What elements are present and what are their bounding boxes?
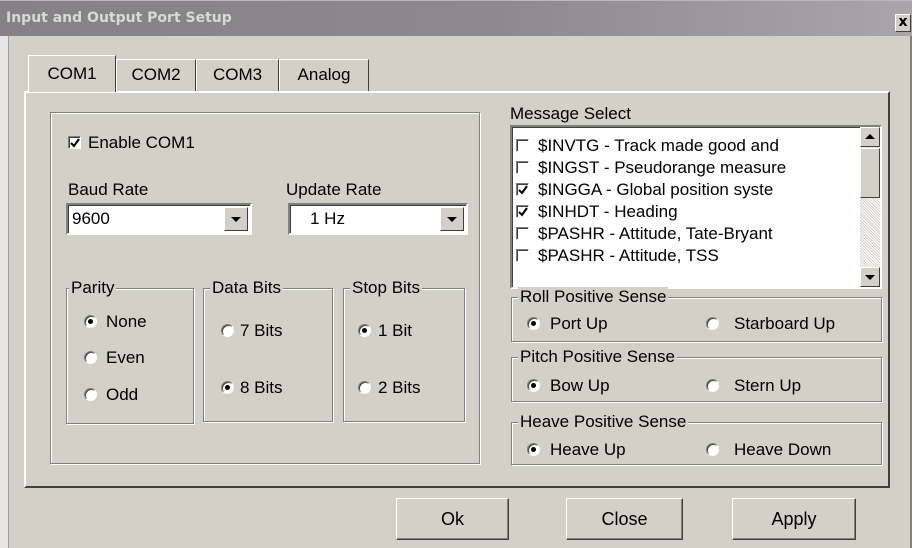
heave-up-radio[interactable] xyxy=(527,443,540,456)
radio-selected-dot xyxy=(531,383,536,388)
stop-bits-1-label: 1 Bit xyxy=(378,321,413,340)
tab-com1[interactable]: COM1 xyxy=(28,55,116,92)
message-item-inhdt[interactable]: $INHDT - Heading xyxy=(516,201,860,223)
message-item-invtg[interactable]: $INVTG - Track made good and xyxy=(516,135,860,157)
stop-bits-2-radio[interactable] xyxy=(358,381,371,394)
heave-down-radio[interactable] xyxy=(706,443,719,456)
baud-rate-dropdown-button[interactable] xyxy=(224,207,248,231)
pitch-stern-up-radio[interactable] xyxy=(706,379,719,392)
radio-selected-dot xyxy=(225,385,230,390)
data-bits-7-label: 7 Bits xyxy=(240,321,283,340)
check-mark-icon xyxy=(518,185,528,195)
heave-up-label: Heave Up xyxy=(550,440,626,459)
update-rate-select[interactable]: 1 Hz xyxy=(288,203,468,235)
message-item-checkbox[interactable] xyxy=(516,183,529,196)
stop-bits-group-label: Stop Bits xyxy=(350,278,423,298)
pitch-bow-up-label: Bow Up xyxy=(550,376,610,395)
ok-button[interactable]: Ok xyxy=(396,498,509,540)
message-item-label: $INHDT - Heading xyxy=(538,202,678,221)
update-rate-value: 1 Hz xyxy=(310,209,345,228)
close-button[interactable]: Close xyxy=(566,498,683,540)
pitch-stern-up-label: Stern Up xyxy=(734,376,802,395)
radio-selected-dot xyxy=(531,321,536,326)
stop-bits-2-label: 2 Bits xyxy=(378,378,421,397)
heave-sense-label: Heave Positive Sense xyxy=(518,412,689,432)
roll-starboard-up-label: Starboard Up xyxy=(734,314,836,333)
message-item-ingst[interactable]: $INGST - Pseudorange measure xyxy=(516,157,860,179)
message-item-checkbox[interactable] xyxy=(516,161,529,174)
scroll-down-button[interactable] xyxy=(860,267,880,287)
listbox-scrollbar-thumb[interactable] xyxy=(860,148,880,198)
roll-port-up-label: Port Up xyxy=(550,314,608,333)
pitch-bow-up-radio[interactable] xyxy=(527,379,540,392)
tab-com2[interactable]: COM2 xyxy=(116,59,196,91)
parity-none-radio[interactable] xyxy=(84,315,97,328)
data-bits-7-radio[interactable] xyxy=(221,324,234,337)
check-mark-icon xyxy=(70,138,80,148)
enable-com1-label: Enable COM1 xyxy=(88,133,195,152)
parity-odd-label: Odd xyxy=(106,385,139,404)
parity-odd-radio[interactable] xyxy=(84,388,97,401)
data-bits-8-radio[interactable] xyxy=(221,381,234,394)
message-item-checkbox[interactable] xyxy=(516,227,529,240)
message-select-label: Message Select xyxy=(510,104,631,123)
roll-port-up-radio[interactable] xyxy=(527,317,540,330)
baud-rate-select[interactable]: 9600 xyxy=(66,203,252,235)
window-close-button[interactable]: x xyxy=(895,14,911,32)
apply-button[interactable]: Apply xyxy=(732,498,856,540)
window-title: Input and Output Port Setup xyxy=(6,10,232,26)
message-item-checkbox[interactable] xyxy=(516,205,529,218)
window-frame-left xyxy=(0,36,9,548)
message-item-pashr-tss[interactable]: $PASHR - Attitude, TSS xyxy=(516,245,860,267)
parity-none-label: None xyxy=(106,312,147,331)
parity-even-radio[interactable] xyxy=(84,351,97,364)
roll-sense-label: Roll Positive Sense xyxy=(518,287,669,307)
tab-analog[interactable]: Analog xyxy=(279,59,369,91)
chevron-up-icon xyxy=(865,134,875,139)
chevron-down-icon xyxy=(865,275,875,280)
parity-group-label: Parity xyxy=(69,278,117,298)
message-item-label: $INGGA - Global position syste xyxy=(538,180,774,199)
stop-bits-1-radio[interactable] xyxy=(358,324,371,337)
update-rate-label: Update Rate xyxy=(286,180,382,199)
baud-rate-value: 9600 xyxy=(72,209,110,228)
message-item-checkbox[interactable] xyxy=(516,249,529,262)
message-item-label: $PASHR - Attitude, TSS xyxy=(538,246,719,265)
data-bits-group: Data Bits xyxy=(203,278,333,422)
update-rate-dropdown-button[interactable] xyxy=(440,207,464,231)
message-item-label: $INVTG - Track made good and xyxy=(538,136,779,155)
message-select-listbox[interactable]: $INVTG - Track made good and $INGST - Ps… xyxy=(510,125,882,289)
parity-even-label: Even xyxy=(106,348,145,367)
radio-selected-dot xyxy=(531,447,536,452)
message-item-checkbox[interactable] xyxy=(516,139,529,152)
message-item-ingga[interactable]: $INGGA - Global position syste xyxy=(516,179,860,201)
stop-bits-group: Stop Bits xyxy=(343,278,465,422)
pitch-sense-label: Pitch Positive Sense xyxy=(518,347,677,367)
baud-rate-label: Baud Rate xyxy=(68,180,149,199)
check-mark-icon xyxy=(518,207,528,217)
chevron-down-icon xyxy=(231,217,241,222)
message-item-label: $PASHR - Attitude, Tate-Bryant xyxy=(538,224,773,243)
heave-down-label: Heave Down xyxy=(734,440,832,459)
data-bits-8-label: 8 Bits xyxy=(240,378,283,397)
roll-starboard-up-radio[interactable] xyxy=(706,317,719,330)
scroll-up-button[interactable] xyxy=(860,127,880,147)
enable-com1-checkbox[interactable] xyxy=(68,136,81,149)
message-item-pashr-tate-bryant[interactable]: $PASHR - Attitude, Tate-Bryant xyxy=(516,223,860,245)
data-bits-group-label: Data Bits xyxy=(210,278,283,298)
radio-selected-dot xyxy=(88,319,93,324)
tab-com3[interactable]: COM3 xyxy=(196,59,279,91)
radio-selected-dot xyxy=(362,328,367,333)
message-item-label: $INGST - Pseudorange measure xyxy=(538,158,787,177)
chevron-down-icon xyxy=(447,217,457,222)
